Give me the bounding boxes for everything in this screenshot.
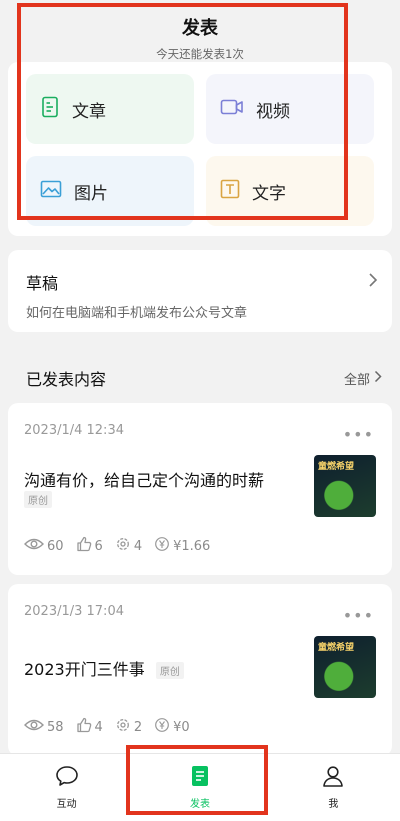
views-count: 60 — [47, 538, 64, 554]
view-all-link[interactable]: 全部 — [344, 369, 382, 388]
more-options-icon[interactable]: ••• — [343, 606, 374, 625]
drafts-title: 草稿 — [26, 274, 59, 293]
post-date: 2023/1/3 17:04 — [24, 604, 124, 619]
image-icon — [40, 180, 62, 202]
post-title-row: 2023开门三件事 原创 — [24, 656, 184, 680]
publish-video-label: 视频 — [256, 101, 290, 122]
yen-icon — [154, 536, 173, 556]
post-thumbnail: 童燃希望 — [314, 455, 376, 517]
likes-count: 4 — [94, 719, 103, 735]
published-post-card[interactable]: 2023/1/3 17:04 ••• 2023开门三件事 原创 童燃希望 58 … — [8, 584, 392, 756]
views-stat: 58 — [24, 718, 64, 736]
published-section-title: 已发表内容 — [26, 370, 107, 389]
earnings-stat: ¥1.66 — [154, 536, 210, 556]
published-post-card[interactable]: 2023/1/4 12:34 ••• 沟通有价，给自己定个沟通的时薪 原创 童燃… — [8, 403, 392, 575]
post-title: 2023开门三件事 — [24, 660, 145, 679]
eye-icon — [24, 718, 47, 736]
views-count: 58 — [47, 719, 64, 735]
tab-label: 我 — [328, 799, 339, 810]
shares-count: 4 — [133, 538, 143, 554]
draft-preview-text: 如何在电脑端和手机端发布公众号文章 — [26, 306, 248, 321]
bottom-tab-bar: 互动 发表 我 — [0, 753, 400, 821]
post-stats: 58 4 2 ¥0 — [24, 717, 202, 737]
publish-image-label: 图片 — [74, 183, 108, 204]
chevron-right-icon — [368, 272, 378, 292]
text-icon — [220, 179, 240, 203]
views-stat: 60 — [24, 537, 64, 555]
person-icon — [322, 765, 344, 790]
chat-bubble-icon — [55, 765, 79, 790]
post-title: 沟通有价，给自己定个沟通的时薪 — [24, 471, 265, 490]
tab-interact[interactable]: 互动 — [0, 754, 133, 821]
earnings-amount: ¥1.66 — [173, 538, 211, 554]
publish-text-button[interactable]: 文字 — [206, 156, 374, 226]
publish-video-button[interactable]: 视频 — [206, 74, 374, 144]
likes-count: 6 — [94, 538, 103, 554]
document-icon — [191, 765, 209, 790]
drafts-row[interactable]: 草稿 如何在电脑端和手机端发布公众号文章 — [8, 250, 392, 332]
tab-me[interactable]: 我 — [267, 754, 400, 821]
more-options-icon[interactable]: ••• — [343, 425, 374, 444]
earnings-stat: ¥0 — [154, 717, 190, 737]
publish-article-label: 文章 — [72, 101, 106, 122]
shares-count: 2 — [133, 719, 143, 735]
eye-icon — [24, 537, 47, 555]
likes-stat: 6 — [76, 536, 103, 556]
publish-text-label: 文字 — [252, 183, 286, 204]
thumbnail-caption: 童燃希望 — [318, 643, 355, 653]
thumbnail-caption: 童燃希望 — [318, 462, 355, 472]
published-section-header: 已发表内容 全部 — [26, 366, 382, 390]
view-all-label: 全部 — [343, 372, 370, 388]
tab-publish[interactable]: 发表 — [133, 754, 266, 821]
shares-stat: 4 — [115, 536, 142, 556]
shares-stat: 2 — [115, 717, 142, 737]
publish-options-card: 文章 视频 图片 文字 — [8, 62, 392, 236]
tab-label: 发表 — [189, 799, 210, 810]
earnings-amount: ¥0 — [173, 719, 190, 735]
post-date: 2023/1/4 12:34 — [24, 423, 124, 438]
likes-stat: 4 — [76, 717, 103, 737]
publish-article-button[interactable]: 文章 — [26, 74, 194, 144]
page-header: 发表 今天还能发表1次 — [0, 0, 400, 62]
post-stats: 60 6 4 ¥1.66 — [24, 536, 222, 556]
thumbs-up-icon — [76, 536, 95, 556]
publish-image-button[interactable]: 图片 — [26, 156, 194, 226]
original-badge: 原创 — [155, 662, 184, 679]
page-title: 发表 — [182, 18, 218, 39]
article-icon — [40, 96, 60, 122]
video-icon — [220, 98, 244, 120]
yen-icon — [154, 717, 173, 737]
post-thumbnail: 童燃希望 — [314, 636, 376, 698]
thumbs-up-icon — [76, 717, 95, 737]
share-gear-icon — [115, 717, 134, 737]
share-gear-icon — [115, 536, 134, 556]
tab-label: 互动 — [56, 799, 77, 810]
chevron-right-icon — [374, 370, 382, 387]
remaining-count-text: 今天还能发表1次 — [156, 47, 244, 61]
original-badge: 原创 — [24, 491, 52, 508]
